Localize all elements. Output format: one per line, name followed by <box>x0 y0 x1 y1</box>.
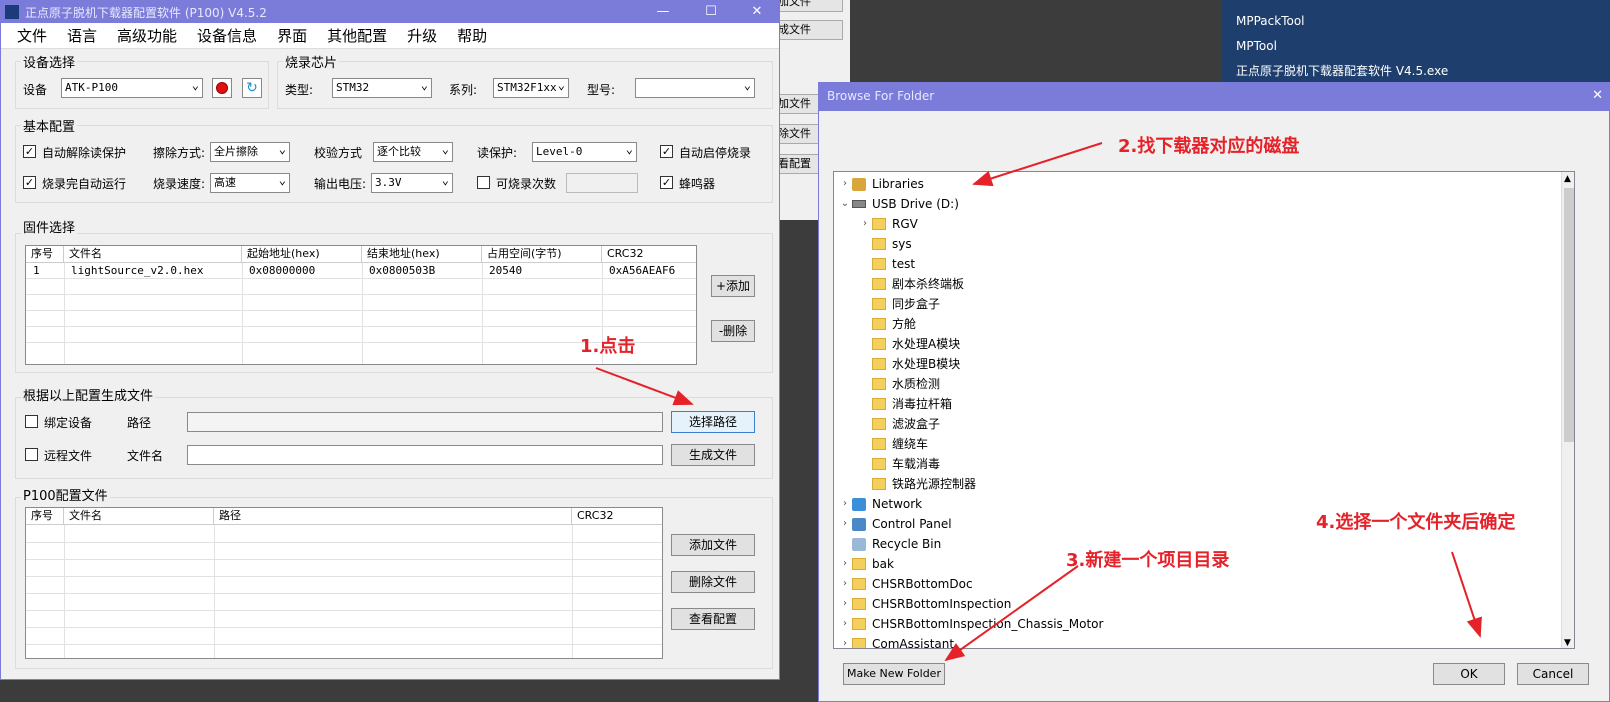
annotation-step3: 3.新建一个项目目录 <box>1066 550 1230 571</box>
annotation-step2: 2.找下载器对应的磁盘 <box>1118 136 1300 157</box>
arrow-step1 <box>595 367 694 406</box>
arrow-step3 <box>944 565 1079 662</box>
annotation-arrows <box>595 142 1482 662</box>
arrow-step4 <box>1451 551 1482 638</box>
arrow-step2 <box>972 142 1103 187</box>
annotation-step1: 1.点击 <box>580 336 636 357</box>
annotation-step4: 4.选择一个文件夹后确定 <box>1316 512 1516 533</box>
